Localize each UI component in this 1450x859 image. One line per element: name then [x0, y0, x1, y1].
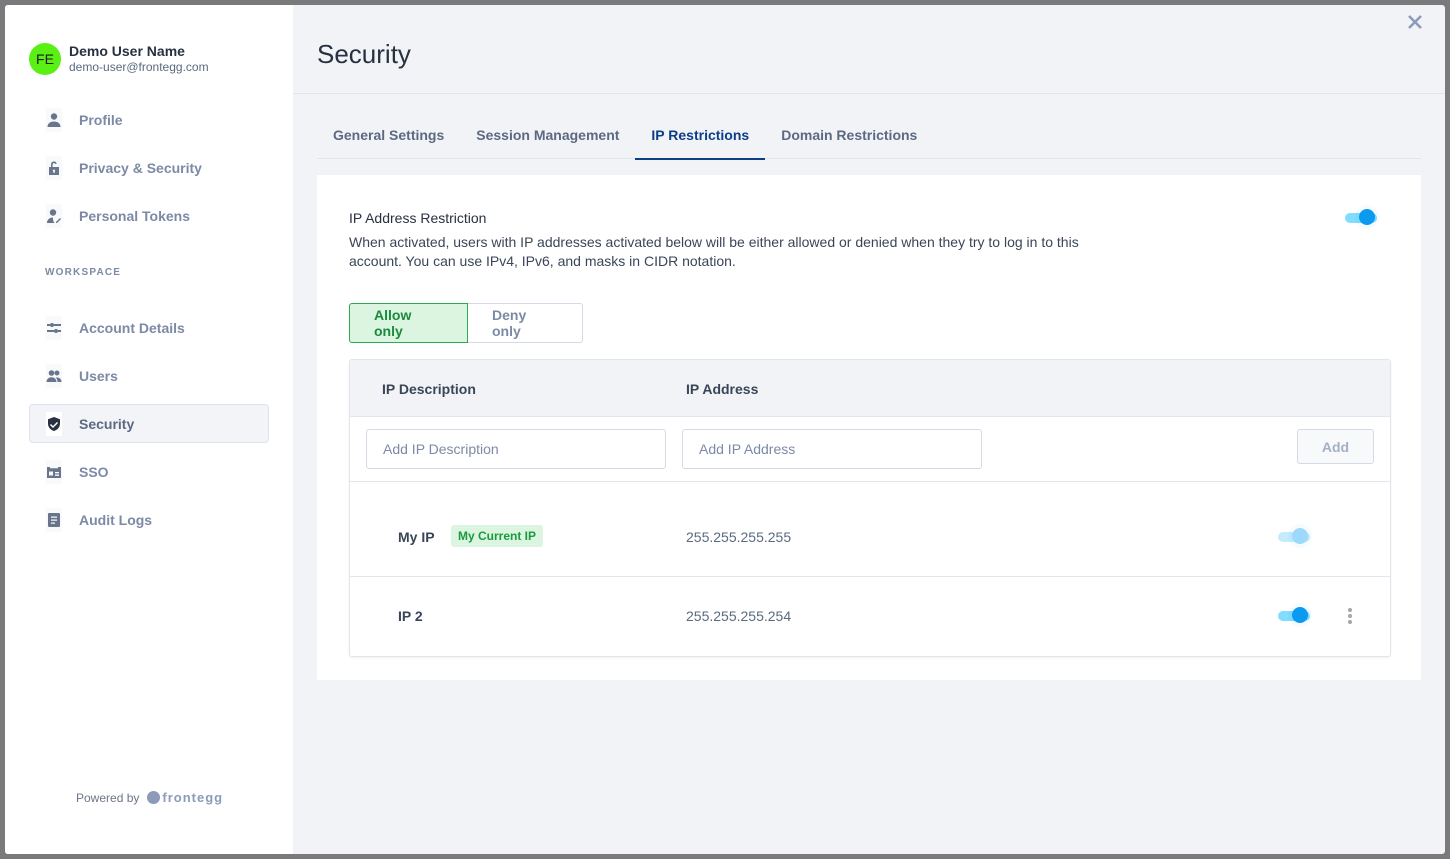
ip-description: IP 2	[398, 608, 423, 624]
sidebar-item-label: Profile	[79, 111, 123, 128]
ip-restrictions-card: IP Address Restriction When activated, u…	[317, 175, 1421, 680]
frontegg-logo: frontegg	[147, 790, 223, 805]
user-info: FE Demo User Name demo-user@frontegg.com	[29, 43, 209, 75]
sidebar-item-security[interactable]: Security	[29, 404, 269, 443]
person-key-icon	[46, 203, 62, 228]
sidebar-item-account-details[interactable]: Account Details	[29, 308, 269, 347]
sidebar-item-label: Audit Logs	[79, 511, 153, 528]
sidebar-item-audit-logs[interactable]: Audit Logs	[29, 500, 269, 539]
sidebar-item-label: Personal Tokens	[79, 207, 191, 224]
close-button[interactable]	[1405, 12, 1425, 32]
shield-check-icon	[46, 411, 62, 436]
sidebar-item-label: SSO	[79, 463, 109, 480]
restriction-mode-selector: Allow only Deny only	[349, 303, 583, 343]
id-card-icon	[46, 459, 62, 484]
frontegg-logo-text: frontegg	[162, 790, 224, 805]
powered-by: Powered by frontegg	[76, 790, 223, 805]
ip-restriction-description: When activated, users with IP addresses …	[349, 234, 1079, 269]
person-icon	[46, 107, 62, 132]
row-actions-menu[interactable]	[1340, 606, 1360, 626]
ip-row-toggle[interactable]	[1278, 527, 1312, 547]
ip-description-input[interactable]	[366, 429, 666, 469]
page-title: Security	[317, 39, 411, 69]
sidebar-item-label: Privacy & Security	[79, 159, 202, 176]
column-header-ip-address: IP Address	[686, 381, 759, 397]
ip-address: 255.255.255.255	[686, 529, 792, 545]
sidebar-item-label: Security	[79, 415, 135, 432]
ip-restriction-title: IP Address Restriction	[349, 210, 487, 226]
ip-restriction-toggle[interactable]	[1345, 208, 1379, 228]
table-row: IP 2 255.255.255.254	[350, 577, 1390, 656]
workspace-nav: Account Details Users Security SSO Audit…	[29, 308, 269, 548]
sidebar-item-profile[interactable]: Profile	[29, 100, 269, 139]
personal-nav: Profile Privacy & Security Personal Toke…	[29, 100, 269, 244]
tab-general-settings[interactable]: General Settings	[317, 111, 460, 159]
user-email: demo-user@frontegg.com	[69, 60, 209, 74]
allow-only-button[interactable]: Allow only	[349, 303, 468, 343]
avatar: FE	[29, 43, 61, 75]
sliders-icon	[46, 315, 62, 340]
page-header: Security	[293, 5, 1445, 94]
add-ip-row: Add	[350, 417, 1390, 482]
sidebar: FE Demo User Name demo-user@frontegg.com…	[5, 5, 293, 854]
column-header-ip-description: IP Description	[382, 381, 476, 397]
more-vertical-icon	[1348, 608, 1352, 612]
users-icon	[46, 363, 62, 388]
sidebar-item-sso[interactable]: SSO	[29, 452, 269, 491]
sidebar-item-privacy-security[interactable]: Privacy & Security	[29, 148, 269, 187]
table-header: IP Description IP Address	[350, 360, 1390, 417]
tab-session-management[interactable]: Session Management	[460, 111, 635, 159]
lock-open-icon	[46, 155, 62, 180]
ip-address-input[interactable]	[682, 429, 982, 469]
workspace-section-label: WORKSPACE	[45, 267, 122, 278]
tab-domain-restrictions[interactable]: Domain Restrictions	[765, 111, 933, 159]
powered-by-label: Powered by	[76, 790, 140, 805]
toggle-knob	[1292, 528, 1308, 544]
table-row: My IP My Current IP 255.255.255.255	[350, 482, 1390, 577]
sidebar-item-label: Account Details	[79, 319, 185, 336]
settings-modal: FE Demo User Name demo-user@frontegg.com…	[5, 5, 1445, 854]
ip-address: 255.255.255.254	[686, 608, 792, 624]
ip-description: My IP	[398, 529, 435, 545]
tab-ip-restrictions[interactable]: IP Restrictions	[635, 111, 765, 160]
sidebar-item-personal-tokens[interactable]: Personal Tokens	[29, 196, 269, 235]
toggle-knob	[1292, 607, 1308, 623]
close-icon	[1408, 15, 1422, 29]
ip-row-toggle[interactable]	[1278, 606, 1312, 626]
deny-only-button[interactable]: Deny only	[468, 303, 583, 343]
document-icon	[46, 507, 62, 532]
toggle-knob	[1359, 209, 1375, 225]
sidebar-item-label: Users	[79, 367, 118, 384]
add-ip-button[interactable]: Add	[1297, 429, 1374, 464]
sidebar-item-users[interactable]: Users	[29, 356, 269, 395]
current-ip-badge: My Current IP	[451, 525, 544, 547]
user-name: Demo User Name	[69, 43, 185, 59]
main-content: Security General Settings Session Manage…	[293, 5, 1445, 854]
frontegg-logo-icon	[147, 791, 161, 804]
ip-table: IP Description IP Address Add My IP My C…	[349, 359, 1391, 657]
security-tabs: General Settings Session Management IP R…	[317, 111, 1421, 160]
